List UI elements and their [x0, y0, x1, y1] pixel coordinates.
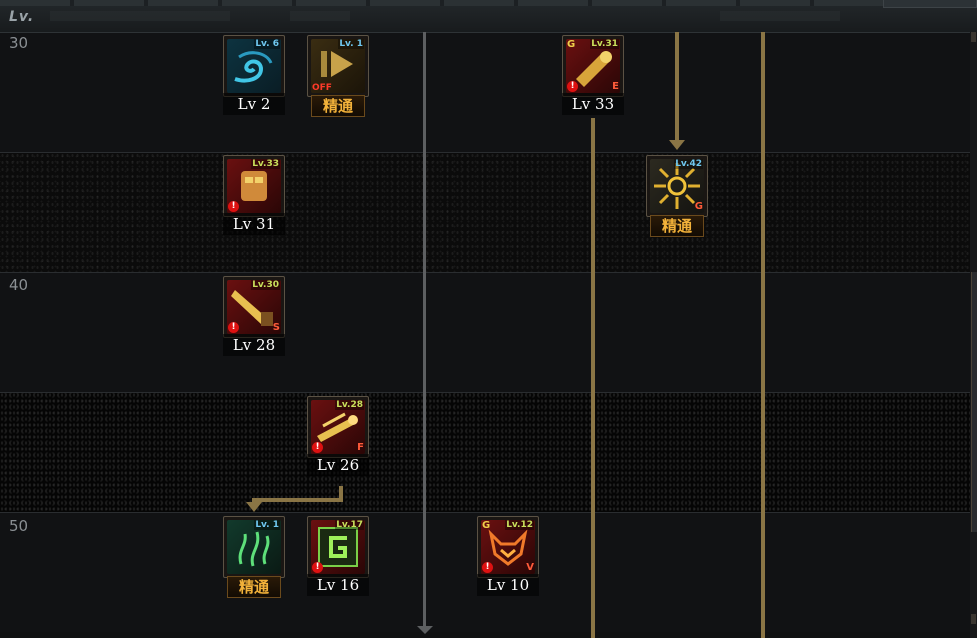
skill-icon-frame: Lv.33 !	[223, 155, 285, 217]
skill-type-tag: E	[612, 81, 619, 92]
tier-band-30	[0, 32, 970, 152]
skill-type-tag: V	[526, 562, 534, 573]
prerequisite-line	[675, 32, 679, 142]
scroll-down-arrow[interactable]	[971, 614, 976, 624]
skill-level-text: Lv 26	[307, 454, 369, 476]
skill-slot-spirit[interactable]: Lv. 1 精通	[223, 516, 285, 600]
skill-slot-demon[interactable]: G Lv.12 ! V Lv 10	[477, 516, 539, 600]
grade-mark: G	[482, 520, 491, 531]
level-label-50: 50	[9, 517, 29, 535]
skill-icon-frame: Lv.17 !	[307, 516, 369, 578]
skill-slot-toggle[interactable]: Lv. 1 OFF 精通	[307, 35, 369, 119]
arrow-down-icon	[246, 502, 262, 512]
scroll-up-arrow[interactable]	[971, 32, 976, 42]
prerequisite-line	[591, 118, 595, 638]
scrollbar-thumb[interactable]	[971, 272, 977, 532]
required-level-badge: Lv.17	[335, 520, 364, 530]
warning-icon: !	[228, 201, 239, 212]
required-level-badge: Lv.12	[505, 520, 534, 530]
required-level-badge: Lv.28	[335, 400, 364, 410]
skill-icon-frame: Lv.42 G	[646, 155, 708, 217]
required-level-badge: Lv.42	[674, 159, 703, 169]
skill-type-tag: F	[357, 442, 364, 453]
skill-icon-frame: Lv. 1	[223, 516, 285, 578]
skill-level-text: Lv 31	[223, 213, 285, 235]
skill-icon-frame: G Lv.12 ! V	[477, 516, 539, 578]
skill-slot-barrage[interactable]: Lv.28 ! F Lv 26	[307, 396, 369, 480]
skill-type-tag: G	[694, 201, 703, 212]
tier-divider	[0, 392, 970, 393]
required-level-badge: Lv. 6	[254, 39, 280, 49]
warning-icon: !	[312, 442, 323, 453]
required-level-badge: Lv. 1	[338, 39, 364, 49]
skill-level-text: Lv 16	[307, 574, 369, 596]
warning-icon: !	[312, 562, 323, 573]
header-hint-text	[50, 11, 230, 21]
tier-band-45	[0, 392, 970, 512]
arrow-down-icon	[669, 140, 685, 150]
skill-level-text: Lv 10	[477, 574, 539, 596]
required-level-badge: Lv.33	[251, 159, 280, 169]
skill-level-text: 精通	[227, 576, 281, 598]
skill-level-text: 精通	[650, 215, 704, 237]
skill-level-text: Lv 33	[562, 93, 624, 115]
skill-tree-header: Lv.	[0, 0, 977, 33]
skill-tree-panel: Lv. 30 40 50 Lv. 6 Lv 2 Lv. 1 OFF 精通 G L…	[0, 0, 977, 638]
prerequisite-line	[423, 32, 426, 630]
toggle-off-indicator: OFF	[312, 83, 332, 93]
skill-level-text: 精通	[311, 95, 365, 117]
tier-divider	[0, 512, 970, 513]
level-column-label: Lv.	[9, 9, 35, 25]
skill-slot-golem[interactable]: Lv.33 ! Lv 31	[223, 155, 285, 239]
grade-mark: G	[567, 39, 576, 50]
required-level-badge: Lv.31	[590, 39, 619, 49]
skill-slot-wind[interactable]: Lv. 6 Lv 2	[223, 35, 285, 119]
tier-band-40	[0, 272, 970, 392]
arrow-down-icon	[417, 626, 433, 634]
skill-icon-frame: Lv. 1 OFF	[307, 35, 369, 97]
header-hint-text	[290, 11, 350, 21]
required-level-badge: Lv. 1	[254, 520, 280, 530]
skill-icon-frame: Lv.30 ! S	[223, 276, 285, 338]
required-level-badge: Lv.30	[251, 280, 280, 290]
tier-band-35	[0, 152, 970, 272]
skill-level-text: Lv 28	[223, 334, 285, 356]
skill-icon-frame: Lv.28 ! F	[307, 396, 369, 458]
skill-slot-burst[interactable]: Lv.42 G 精通	[646, 155, 708, 239]
tab-strip	[0, 0, 977, 6]
tier-divider	[0, 272, 970, 273]
skill-icon-frame: G Lv.31 ! E	[562, 35, 624, 97]
skill-slot-gear[interactable]: Lv.17 ! Lv 16	[307, 516, 369, 600]
level-label-30: 30	[9, 34, 29, 52]
skill-slot-hammer[interactable]: Lv.30 ! S Lv 28	[223, 276, 285, 360]
header-hint-text	[720, 11, 840, 21]
skill-slot-cannon[interactable]: G Lv.31 ! E Lv 33	[562, 35, 624, 119]
prerequisite-line	[252, 498, 343, 502]
warning-icon: !	[482, 562, 493, 573]
skill-level-text: Lv 2	[223, 93, 285, 115]
prerequisite-line	[761, 32, 765, 638]
warning-icon: !	[567, 81, 578, 92]
tier-divider	[0, 152, 970, 153]
header-corner-button[interactable]	[883, 0, 977, 8]
skill-type-tag: S	[272, 322, 280, 333]
vertical-scrollbar[interactable]	[970, 32, 977, 638]
level-label-40: 40	[9, 276, 29, 294]
skill-icon-frame: Lv. 6	[223, 35, 285, 97]
warning-icon: !	[228, 322, 239, 333]
